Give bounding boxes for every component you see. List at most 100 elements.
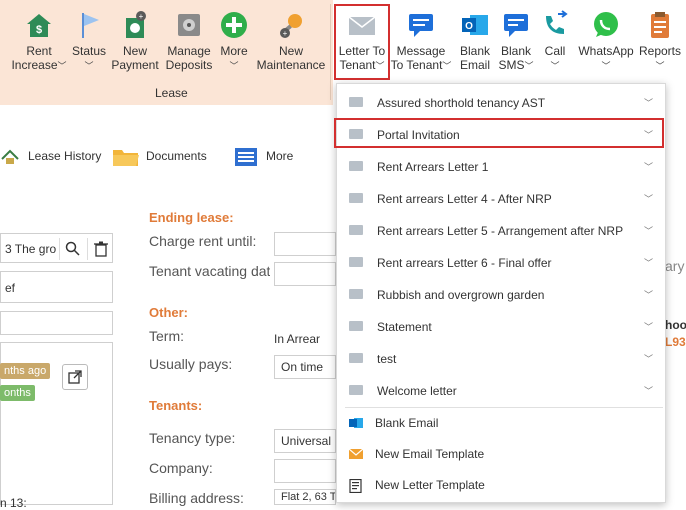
more-ribbon-button[interactable]: More ﹀ [216,10,252,73]
company-label: Company: [149,460,213,476]
blank-sms-button[interactable]: Blank SMS﹀ [497,10,535,73]
more-toolbar-label: More [266,149,294,163]
billing-address-label: Billing address: [149,490,244,506]
chevron-down-icon[interactable]: ﹀ [644,288,653,301]
maintenance-tools-icon: + [276,10,306,40]
template-item[interactable]: Rubbish and overgrown garden ﹀ [337,278,665,310]
whatsapp-label: WhatsApp [578,44,634,58]
template-item[interactable]: Rent arrears Letter 4 - After NRP ﹀ [337,182,665,214]
template-item[interactable]: Rent arrears Letter 6 - Final offer ﹀ [337,246,665,278]
chevron-down-icon: ﹀ [84,61,94,71]
envelope-icon [349,257,363,267]
plus-circle-icon [219,10,249,40]
manage-deposits-button[interactable]: Manage Deposits [163,10,215,72]
company-field[interactable] [274,459,336,483]
template-item[interactable]: Welcome letter ﹀ [337,374,665,406]
envelope-icon [349,97,363,107]
status-flag-icon [74,10,104,40]
template-item[interactable]: Statement ﹀ [337,310,665,342]
new-payment-button[interactable]: + New Payment [110,10,160,72]
chevron-down-icon[interactable]: ﹀ [644,192,653,205]
usually-pays-select[interactable]: On time [274,355,336,379]
open-external-icon[interactable] [62,364,88,390]
charge-rent-until-label: Charge rent until: [149,233,257,249]
whatsapp-icon [591,10,621,40]
template-item[interactable]: Rent Arrears Letter 1 ﹀ [337,150,665,182]
message-to-tenant-button[interactable]: Message To Tenant﹀ [390,10,452,73]
letter-template-dropdown: Assured shorthold tenancy AST ﹀ Portal I… [334,83,666,503]
envelope-icon [349,193,363,203]
template-label: Rent arrears Letter 5 - Arrangement afte… [377,224,624,238]
chevron-down-icon: ﹀ [550,61,560,71]
new-email-template-label: New Email Template [375,447,485,461]
svg-text:O: O [465,21,473,32]
message-bubble-icon [406,10,436,40]
letter-template-icon [349,478,363,494]
deposits-safe-icon [174,10,204,40]
chevron-down-icon[interactable]: ﹀ [644,96,653,109]
template-item[interactable]: Assured shorthold tenancy AST ﹀ [337,86,665,118]
term-label: Term: [149,328,184,344]
envelope-icon [349,321,363,331]
call-button[interactable]: Call ﹀ [538,10,572,73]
envelope-icon [349,161,363,171]
age-badge: nths ago [0,363,51,379]
blank-email-menu-item[interactable]: Blank Email [337,408,665,438]
chevron-down-icon[interactable]: ﹀ [644,256,653,269]
template-label: Statement [377,320,432,334]
envelope-icon [349,353,363,363]
tenancy-type-select[interactable]: Universal C [274,429,336,453]
new-email-template-item[interactable]: New Email Template [337,439,665,469]
whatsapp-button[interactable]: WhatsApp ﹀ [576,10,636,73]
months-badge: onths [0,385,35,401]
new-maintenance-label: New Maintenance [256,44,326,72]
chevron-down-icon[interactable]: ﹀ [644,160,653,173]
charge-rent-until-field[interactable] [274,232,336,256]
svg-text:+: + [139,12,144,21]
other-heading: Other: [149,305,188,320]
blank-field[interactable] [0,311,113,335]
message-to-tenant-label: Message To Tenant﹀ [390,44,452,72]
new-maintenance-button[interactable]: + New Maintenance [254,10,328,72]
outlook-icon: O [460,10,490,40]
lease-history-button[interactable]: Lease History [0,142,101,170]
reports-button[interactable]: Reports ﹀ [637,10,683,73]
rent-increase-icon: $ [24,10,54,40]
blank-email-menu-label: Blank Email [375,416,439,430]
template-label: Rent Arrears Letter 1 [377,160,489,174]
portal-invitation-highlight [334,118,664,148]
template-item[interactable]: test ﹀ [337,342,665,374]
chevron-down-icon[interactable]: ﹀ [644,352,653,365]
property-field[interactable]: 3 The gro [0,233,113,263]
chevron-down-icon[interactable]: ﹀ [644,224,653,237]
template-label: test [377,352,397,366]
reports-label: Reports [638,44,682,58]
chevron-down-icon[interactable]: ﹀ [644,384,653,397]
call-phone-icon [540,10,570,40]
reference-field[interactable]: ef [0,271,113,303]
trash-icon[interactable] [87,238,113,260]
svg-text:$: $ [36,24,42,36]
chevron-down-icon[interactable]: ﹀ [644,320,653,333]
tenant-vacating-field[interactable] [274,262,336,286]
status-button[interactable]: Status ﹀ [70,10,108,73]
template-label: Welcome letter [377,384,457,398]
billing-address-field[interactable]: Flat 2, 63 The Grove [274,489,336,505]
ending-lease-heading: Ending lease: [149,210,234,225]
ribbon-group-label: Lease [155,86,188,100]
lease-history-label: Lease History [28,149,102,163]
term-value: In Arrear [274,332,321,346]
left-bottom-text: n 13: [0,496,27,510]
ribbon-separator [330,4,331,100]
new-letter-template-label: New Letter Template [375,478,485,492]
blank-sms-label: Blank SMS﹀ [498,44,534,72]
template-item[interactable]: Rent arrears Letter 5 - Arrangement afte… [337,214,665,246]
rent-increase-button[interactable]: $ Rent Increase﹀ [10,10,68,73]
more-toolbar-button[interactable]: More [234,142,293,170]
blank-email-button[interactable]: O Blank Email [456,10,494,72]
new-letter-template-item[interactable]: New Letter Template [337,470,665,500]
chevron-down-icon: ﹀ [655,61,665,71]
documents-button[interactable]: Documents [112,142,207,170]
search-icon[interactable] [59,238,85,260]
tenants-heading: Tenants: [149,398,203,413]
